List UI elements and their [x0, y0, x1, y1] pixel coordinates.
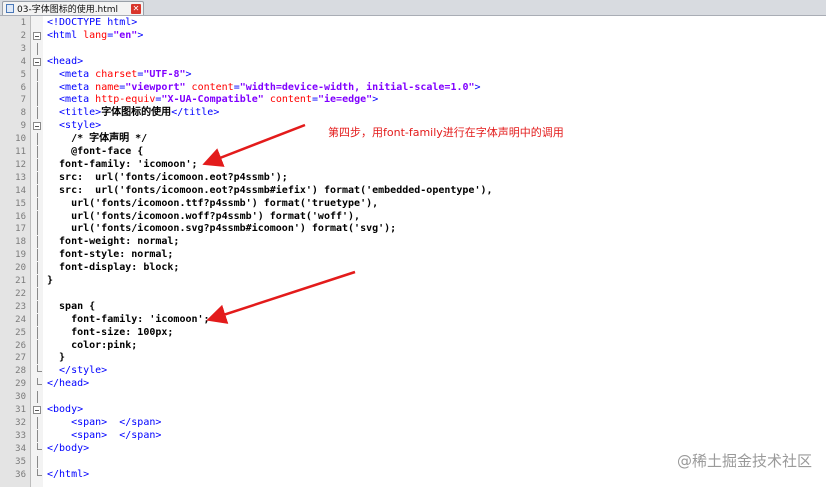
annotation-arrows [202, 123, 356, 324]
arrow-to-line-12 [202, 123, 306, 167]
watermark: @稀土掘金技术社区 [676, 452, 812, 470]
arrow-to-line-24 [206, 270, 356, 324]
